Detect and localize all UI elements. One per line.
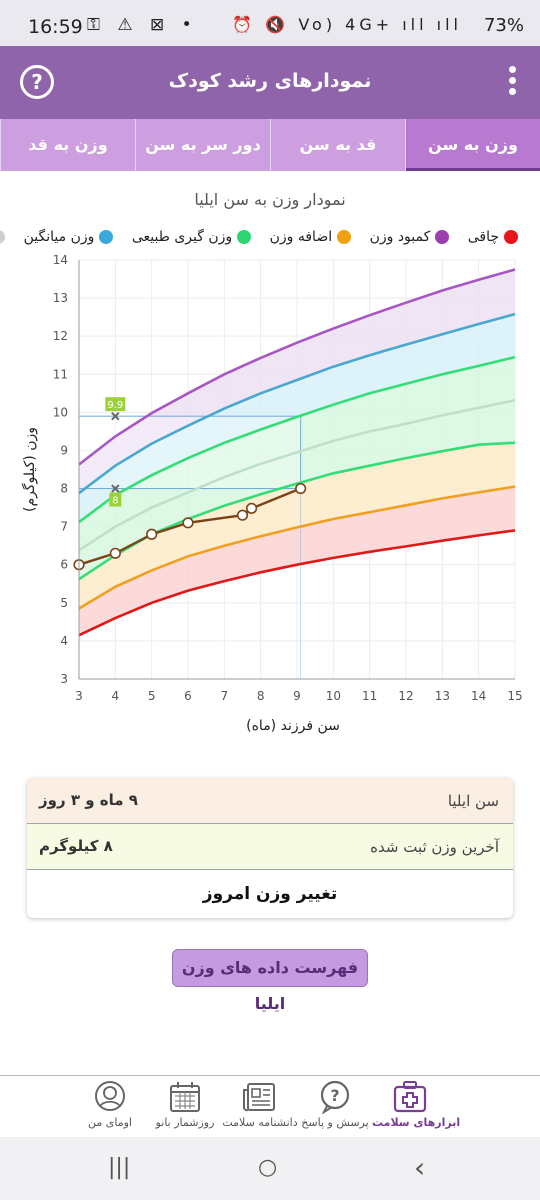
legend-dot bbox=[99, 230, 114, 244]
legend-label: اضافه وزن bbox=[269, 229, 333, 245]
overflow-menu-icon[interactable] bbox=[502, 64, 522, 102]
nav-label: دانشنامه سلامت bbox=[222, 1116, 298, 1129]
marker-label-upper: 9.9 bbox=[107, 400, 123, 411]
system-navigation-bar: ||| ○ ‹ bbox=[0, 1137, 540, 1200]
chart-legend: چاقی کمبود وزن اضافه وزن وزن گیری طبیعی … bbox=[0, 229, 518, 251]
x-tick-label: 3 bbox=[75, 689, 83, 703]
legend-dot bbox=[435, 230, 450, 244]
weight-label: آخرین وزن ثبت شده bbox=[370, 838, 499, 856]
legend-label: چاقی bbox=[467, 229, 499, 245]
app-screen: 16:59 ⚿ ⚠ ⊠ • ⏰ 🔇 Vo) 4G+ ıll ıll 73% ? … bbox=[0, 0, 540, 1200]
weight-value: ۸ کیلوگرم bbox=[39, 837, 113, 855]
svg-text:?: ? bbox=[330, 1086, 339, 1105]
newspaper-icon bbox=[243, 1083, 275, 1112]
y-tick-label: 7 bbox=[60, 520, 68, 534]
medical-kit-icon bbox=[393, 1081, 427, 1113]
nav-encyclopedia[interactable]: دانشنامه سلامت bbox=[222, 1080, 298, 1129]
child-weight-point bbox=[245, 502, 258, 514]
chart-tabs: وزن به سن قد به سن دور سر به سن وزن به ق… bbox=[0, 119, 540, 171]
weight-row: آخرین وزن ثبت شده ۸ کیلوگرم bbox=[27, 824, 513, 870]
nav-health-tools[interactable]: ابزارهای سلامت bbox=[372, 1080, 460, 1129]
legend-item-underweight: کمبود وزن bbox=[370, 229, 450, 245]
y-tick-label: 10 bbox=[53, 405, 68, 419]
marker-label-lower: 8 bbox=[112, 496, 118, 507]
child-weight-point bbox=[182, 517, 194, 529]
y-tick-label: 12 bbox=[53, 329, 68, 343]
y-tick-label: 14 bbox=[53, 253, 68, 267]
legend-item-extra bbox=[0, 229, 6, 245]
calendar-icon bbox=[170, 1082, 200, 1112]
y-axis-label: وزن (کیلوگرم) bbox=[21, 427, 38, 512]
age-value: ۹ ماه و ۳ روز bbox=[39, 791, 138, 809]
status-time: 16:59 bbox=[28, 16, 83, 38]
legend-item-obesity: چاقی bbox=[468, 229, 518, 245]
battery-level: 73% bbox=[483, 15, 524, 36]
x-tick-label: 8 bbox=[257, 689, 265, 703]
home-icon[interactable]: ○ bbox=[258, 1155, 277, 1180]
legend-label: کمبود وزن bbox=[369, 229, 431, 245]
y-tick-label: 5 bbox=[60, 596, 68, 610]
tab-weight-for-age[interactable]: وزن به سن bbox=[405, 119, 540, 171]
y-tick-label: 3 bbox=[60, 672, 68, 686]
nav-label: ابزارهای سلامت bbox=[372, 1116, 461, 1129]
x-tick-label: 9 bbox=[293, 689, 301, 703]
y-tick-label: 11 bbox=[53, 367, 68, 381]
legend-dot bbox=[337, 230, 352, 244]
status-notification-icons: ⚿ ⚠ ⊠ • bbox=[87, 15, 198, 35]
x-axis-label: سن فرزند (ماه) bbox=[246, 718, 340, 734]
nav-calendar[interactable]: روزشمار بانو bbox=[150, 1080, 220, 1129]
y-tick-label: 13 bbox=[53, 291, 68, 305]
y-tick-label: 4 bbox=[60, 634, 68, 648]
y-tick-label: 9 bbox=[60, 443, 68, 457]
profile-icon bbox=[95, 1081, 125, 1111]
child-weight-point bbox=[295, 482, 307, 495]
x-tick-label: 11 bbox=[362, 689, 377, 703]
legend-item-normal: وزن گیری طبیعی bbox=[131, 229, 252, 245]
tab-head-for-age[interactable]: دور سر به سن bbox=[135, 119, 270, 171]
legend-dot bbox=[237, 230, 252, 244]
status-signal-icons: ⏰ 🔇 Vo) 4G+ ıll ıll bbox=[232, 15, 462, 34]
x-tick-label: 6 bbox=[184, 689, 192, 703]
legend-item-average: وزن میانگین bbox=[24, 229, 114, 245]
x-tick-label: 14 bbox=[471, 689, 486, 703]
weight-list-button[interactable]: فهرست داده های وزن ایلیا bbox=[172, 949, 368, 1013]
page-title: نمودارهای رشد کودک bbox=[168, 70, 372, 92]
nav-label: پرسش و پاسخ bbox=[301, 1116, 369, 1129]
child-weight-point bbox=[146, 528, 158, 540]
x-tick-label: 13 bbox=[435, 689, 450, 703]
x-tick-label: 10 bbox=[326, 689, 341, 703]
x-tick-label: 4 bbox=[112, 689, 120, 703]
chart-title: نمودار وزن به سن ایلیا bbox=[194, 190, 346, 209]
question-bubble-icon: ? bbox=[320, 1080, 350, 1114]
back-icon[interactable]: ‹ bbox=[414, 1151, 425, 1184]
nav-label: اومای من bbox=[88, 1116, 132, 1129]
x-tick-label: 7 bbox=[221, 689, 229, 703]
nav-label: روزشمار بانو bbox=[155, 1116, 215, 1129]
weight-for-age-chart: 9.9 8 3 4 5 6 7 8 9 10 11 12 13 14 15 3 4 5 6 7 8 9 10 11 12 13 14… bbox=[21, 253, 523, 734]
nav-questions[interactable]: ? پرسش و پاسخ bbox=[300, 1080, 370, 1129]
status-bar: 16:59 ⚿ ⚠ ⊠ • ⏰ 🔇 Vo) 4G+ ıll ıll 73% bbox=[0, 0, 540, 46]
legend-label: وزن میانگین bbox=[23, 229, 95, 245]
x-tick-label: 5 bbox=[148, 689, 156, 703]
tab-weight-for-height[interactable]: وزن به قد bbox=[0, 119, 135, 171]
x-tick-label: 12 bbox=[398, 689, 413, 703]
legend-item-overweight: اضافه وزن bbox=[270, 229, 352, 245]
change-weight-button[interactable]: تغییر وزن امروز bbox=[27, 870, 513, 918]
legend-label: وزن گیری طبیعی bbox=[131, 229, 233, 245]
x-tick-label: 15 bbox=[507, 689, 522, 703]
y-tick-label: 6 bbox=[60, 558, 68, 572]
child-weight-point bbox=[236, 509, 249, 521]
recents-icon[interactable]: ||| bbox=[108, 1155, 130, 1180]
bottom-nav: ابزارهای سلامت ? پرسش و پاسخ دانشنامه سل… bbox=[0, 1075, 540, 1137]
age-label: سن ایلیا bbox=[447, 792, 499, 810]
legend-dot bbox=[504, 230, 518, 244]
y-tick-label: 8 bbox=[60, 482, 68, 496]
legend-dot bbox=[0, 230, 6, 244]
age-row: سن ایلیا ۹ ماه و ۳ روز bbox=[27, 778, 513, 824]
info-card: سن ایلیا ۹ ماه و ۳ روز آخرین وزن ثبت شده… bbox=[27, 778, 513, 918]
child-weight-point bbox=[109, 547, 121, 559]
tab-height-for-age[interactable]: قد به سن bbox=[270, 119, 405, 171]
app-bar: ? نمودارهای رشد کودک bbox=[0, 46, 540, 119]
nav-profile[interactable]: اومای من bbox=[72, 1080, 148, 1129]
